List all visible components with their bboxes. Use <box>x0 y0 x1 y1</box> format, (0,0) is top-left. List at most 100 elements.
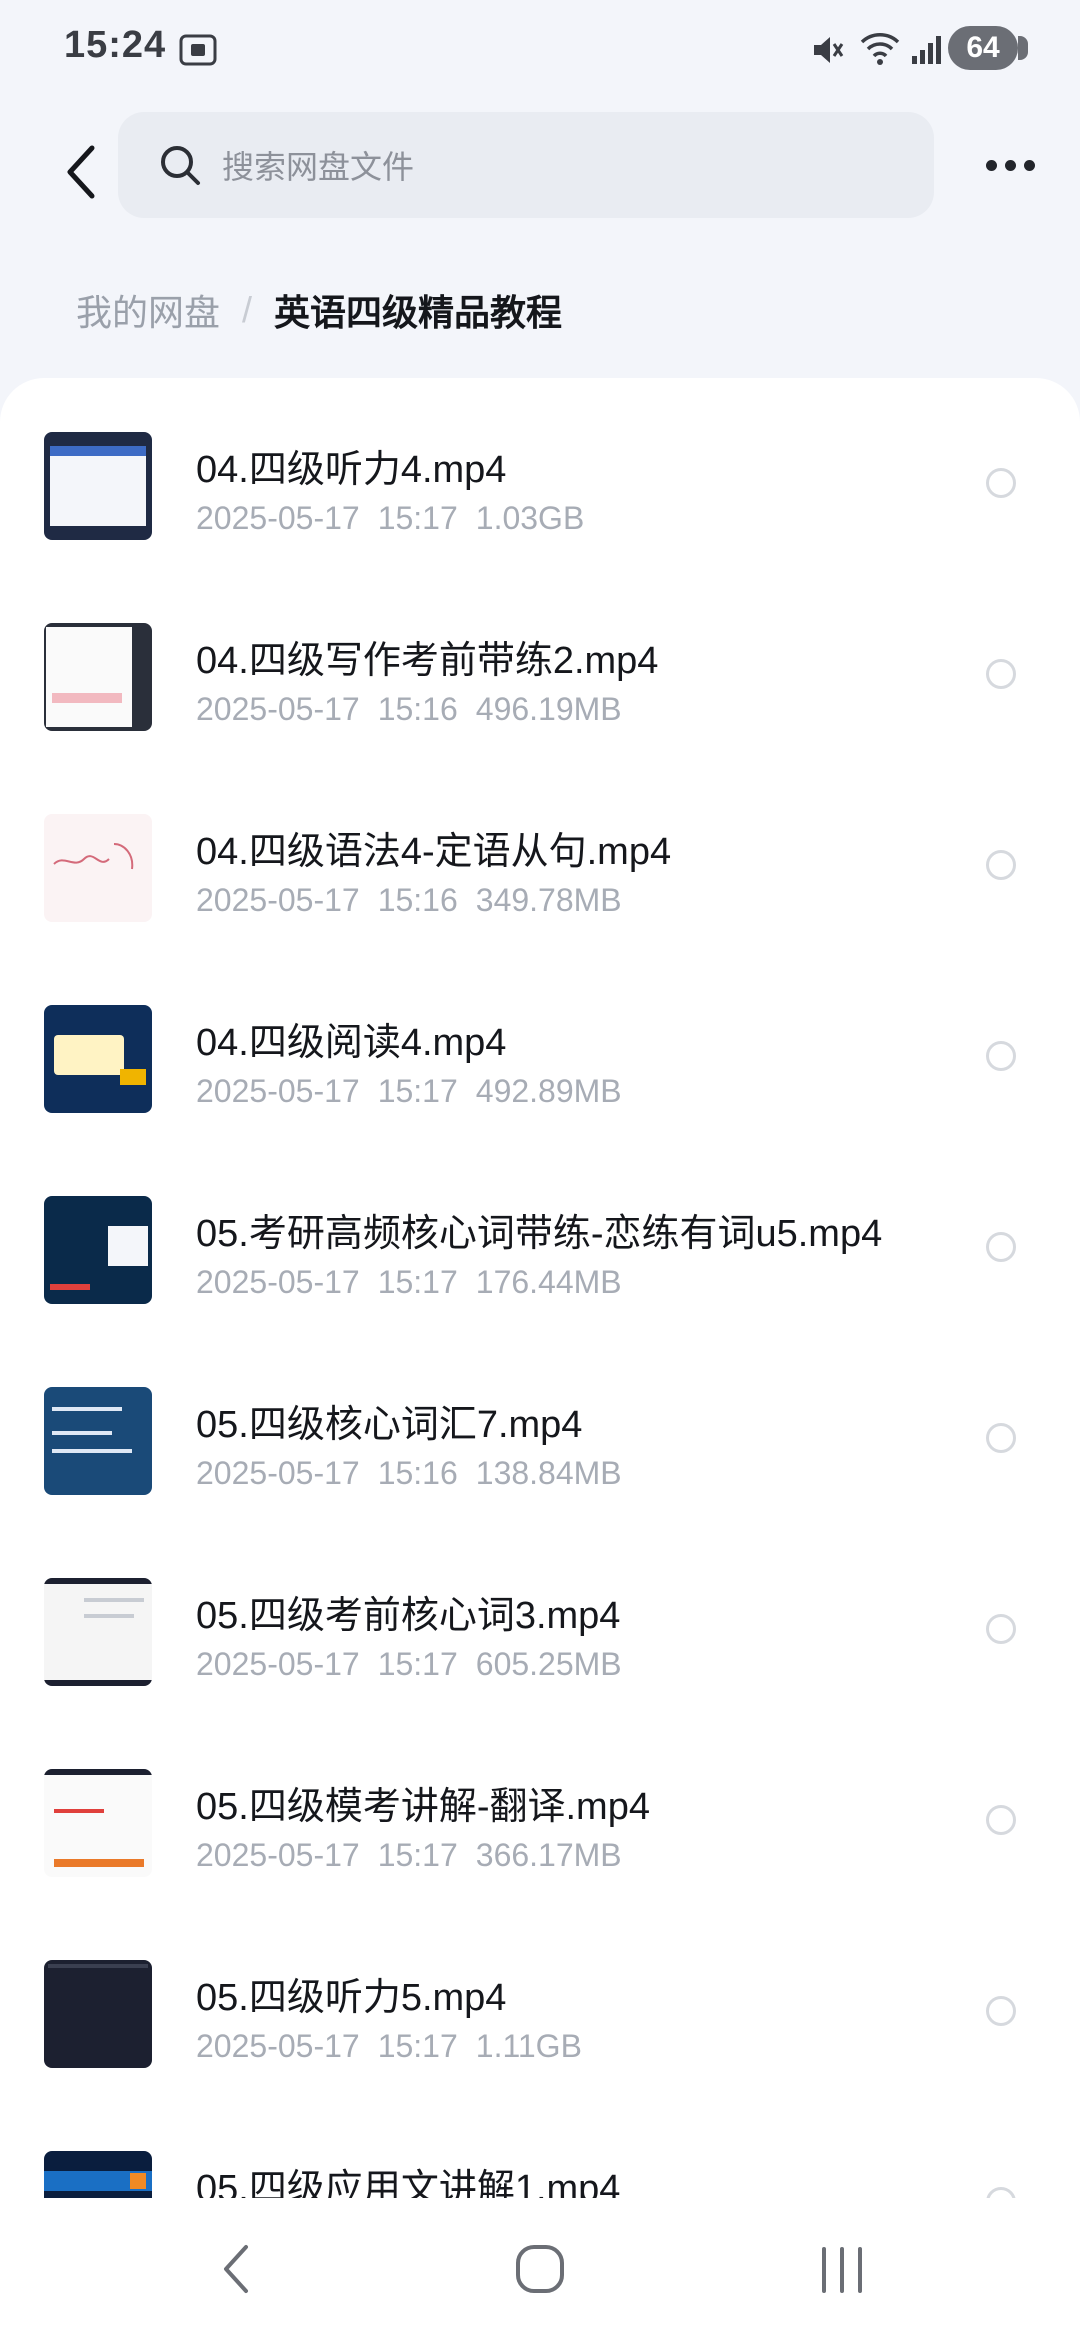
file-row[interactable]: 04.四级阅读4.mp4 2025-05-17 15:17 492.89MB <box>0 951 1080 1142</box>
file-row[interactable]: 05.四级听力5.mp4 2025-05-17 15:17 1.11GB <box>0 1906 1080 2097</box>
nav-back-button[interactable] <box>196 2234 276 2304</box>
system-nav-bar <box>0 2198 1080 2340</box>
file-time: 15:17 <box>377 1264 458 1300</box>
select-radio[interactable] <box>986 1423 1016 1453</box>
file-time: 15:17 <box>377 1073 458 1109</box>
file-list: 04.四级听力4.mp4 2025-05-17 15:17 1.03GB 04.四级… <box>0 378 1080 2198</box>
nav-recents-button[interactable] <box>802 2234 882 2304</box>
select-radio[interactable] <box>986 850 1016 880</box>
back-button[interactable] <box>40 130 124 214</box>
select-radio[interactable] <box>986 1232 1016 1262</box>
more-options-button[interactable] <box>970 140 1050 190</box>
file-date: 2025-05-17 <box>196 691 360 727</box>
file-time: 15:17 <box>377 500 458 536</box>
video-thumbnail <box>44 1578 152 1686</box>
file-name: 05.四级考前核心词3.mp4 <box>196 1595 621 1637</box>
file-name: 04.四级语法4-定语从句.mp4 <box>196 831 672 873</box>
file-date: 2025-05-17 <box>196 1455 360 1491</box>
select-radio[interactable] <box>986 1805 1016 1835</box>
mute-icon <box>814 37 844 63</box>
breadcrumb-separator: / <box>242 289 253 330</box>
file-meta: 2025-05-17 15:17 492.89MB <box>196 1073 640 1110</box>
file-size: 605.25MB <box>475 1646 622 1682</box>
chevron-left-icon <box>67 145 95 199</box>
handwriting-thumbnail <box>53 843 134 870</box>
status-time: 15:24 <box>64 24 167 66</box>
video-thumbnail <box>44 432 152 540</box>
status-bar: 15:24 64 <box>0 0 1080 100</box>
nav-home-button[interactable] <box>500 2234 580 2304</box>
video-thumbnail <box>44 2151 152 2198</box>
file-row[interactable]: 05.考研高频核心词带练-恋练有词u5.mp4 2025-05-17 15:17 1… <box>0 1142 1080 1333</box>
select-radio[interactable] <box>986 1041 1016 1071</box>
file-date: 2025-05-17 <box>196 1837 360 1873</box>
video-thumbnail <box>44 1769 152 1877</box>
file-row[interactable]: 05.四级模考讲解-翻译.mp4 2025-05-17 15:17 366.17MB <box>0 1715 1080 1906</box>
file-name: 04.四级听力4.mp4 <box>196 449 507 491</box>
file-row[interactable]: 04.四级写作考前带练2.mp4 2025-05-17 15:16 496.19MB <box>0 569 1080 760</box>
file-size: 366.17MB <box>475 1837 622 1873</box>
file-row[interactable]: 05.四级考前核心词3.mp4 2025-05-17 15:17 605.25MB <box>0 1524 1080 1715</box>
file-size: 1.11GB <box>475 2028 582 2064</box>
video-thumbnail <box>44 1960 152 2068</box>
file-meta: 2025-05-17 15:17 1.11GB <box>196 2028 600 2065</box>
select-radio[interactable] <box>986 468 1016 498</box>
file-name: 05.考研高频核心词带练-恋练有词u5.mp4 <box>196 1213 883 1255</box>
signal-icon <box>912 36 941 64</box>
file-name: 05.四级模考讲解-翻译.mp4 <box>196 1786 650 1828</box>
file-time: 15:17 <box>377 1646 458 1682</box>
file-meta: 2025-05-17 15:17 366.17MB <box>196 1837 640 1874</box>
home-icon <box>516 2245 564 2293</box>
file-time: 15:16 <box>377 1455 458 1491</box>
select-radio[interactable] <box>986 659 1016 689</box>
chevron-left-icon <box>224 2245 248 2293</box>
select-radio[interactable] <box>986 2187 1016 2198</box>
breadcrumb: 我的网盘 / 英语四级精品教程 <box>76 284 562 336</box>
file-meta: 2025-05-17 15:17 605.25MB <box>196 1646 640 1683</box>
video-thumbnail <box>44 1196 152 1304</box>
file-meta: 2025-05-17 15:17 1.03GB <box>196 500 602 537</box>
file-size: 349.78MB <box>475 882 622 918</box>
file-size: 1.03GB <box>475 500 585 536</box>
file-date: 2025-05-17 <box>196 2028 360 2064</box>
file-time: 15:16 <box>377 691 458 727</box>
file-meta: 2025-05-17 15:16 349.78MB <box>196 882 640 919</box>
search-icon <box>161 146 200 185</box>
select-radio[interactable] <box>986 1614 1016 1644</box>
file-time: 15:16 <box>377 882 458 918</box>
file-time: 15:17 <box>377 2028 458 2064</box>
wifi-icon <box>860 33 900 65</box>
more-dot <box>1023 159 1035 171</box>
search-input[interactable]: 搜索网盘文件 <box>118 112 934 218</box>
file-size: 176.44MB <box>475 1264 622 1300</box>
breadcrumb-current: 英语四级精品教程 <box>274 292 563 333</box>
file-time: 15:17 <box>377 1837 458 1873</box>
file-meta: 2025-05-17 15:16 496.19MB <box>196 691 640 728</box>
select-radio[interactable] <box>986 1996 1016 2026</box>
video-thumbnail <box>44 1387 152 1495</box>
file-name: 04.四级阅读4.mp4 <box>196 1022 507 1064</box>
file-date: 2025-05-17 <box>196 1073 360 1109</box>
battery-indicator: 64 <box>948 26 1028 70</box>
file-meta: 2025-05-17 15:16 138.84MB <box>196 1455 640 1492</box>
file-name: 05.四级应用文讲解1.mp4 <box>196 2168 621 2198</box>
file-size: 496.19MB <box>475 691 622 727</box>
file-meta: 2025-05-17 15:17 176.44MB <box>196 1264 640 1301</box>
file-date: 2025-05-17 <box>196 882 360 918</box>
file-row[interactable]: 04.四级听力4.mp4 2025-05-17 15:17 1.03GB <box>0 378 1080 569</box>
video-thumbnail <box>44 814 152 922</box>
file-date: 2025-05-17 <box>196 500 360 536</box>
more-dot <box>985 159 997 171</box>
file-size: 138.84MB <box>475 1455 622 1491</box>
file-name: 05.四级听力5.mp4 <box>196 1977 507 2019</box>
file-name: 04.四级写作考前带练2.mp4 <box>196 640 659 682</box>
screenshot-icon <box>179 34 217 66</box>
file-row[interactable]: 05.四级应用文讲解1.mp4 <box>0 2097 1080 2198</box>
more-dot <box>1004 159 1016 171</box>
file-name: 05.四级核心词汇7.mp4 <box>196 1404 583 1446</box>
video-thumbnail <box>44 1005 152 1113</box>
file-row[interactable]: 04.四级语法4-定语从句.mp4 2025-05-17 15:16 349.78M… <box>0 760 1080 951</box>
breadcrumb-root[interactable]: 我的网盘 <box>76 284 220 336</box>
file-row[interactable]: 05.四级核心词汇7.mp4 2025-05-17 15:16 138.84MB <box>0 1333 1080 1524</box>
video-thumbnail <box>44 623 152 731</box>
